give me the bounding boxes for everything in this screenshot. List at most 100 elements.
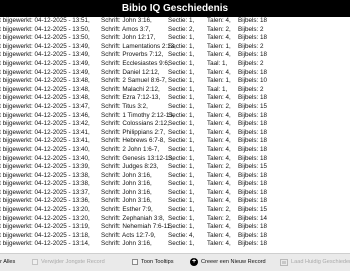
window-title: Bibio IQ Geschiedenis bbox=[0, 0, 350, 17]
record-talen: Taal: 1, bbox=[207, 59, 228, 67]
record-bijbels: Bijbels: 2 bbox=[238, 59, 264, 67]
history-row[interactable]: st bijgewerkt: 04-12-2025 - 13:47, Schrif… bbox=[0, 103, 350, 112]
record-scripture: Schrift: Zephaniah 3:8, bbox=[101, 214, 165, 222]
record-bijbels: Bijbels: 18 bbox=[238, 188, 268, 196]
record-section: Sectie: 1, bbox=[168, 171, 195, 179]
record-date: st bijgewerkt: 04-12-2025 - 13:40, bbox=[0, 154, 90, 162]
record-section: Sectie: 4, bbox=[168, 231, 195, 239]
record-scripture: Schrift: John 3:16, bbox=[101, 171, 152, 179]
record-date: st bijgewerkt: 04-12-2025 - 13:48, bbox=[0, 94, 90, 102]
history-row[interactable]: st bijgewerkt: 04-12-2025 - 13:50, Schrif… bbox=[0, 26, 350, 35]
history-row[interactable]: st bijgewerkt: 04-12-2025 - 13:51, Schrif… bbox=[0, 17, 350, 26]
record-scripture: Schrift: Hebrews 6:7-8, bbox=[101, 137, 166, 145]
record-bijbels: Bijbels: 15 bbox=[238, 206, 268, 214]
record-section: Sectie: 1, bbox=[168, 77, 195, 85]
record-talen: Taal: 1, bbox=[207, 85, 228, 93]
record-section: Sectie: 1, bbox=[168, 85, 195, 93]
history-row[interactable]: st bijgewerkt: 04-12-2025 - 13:39, Schrif… bbox=[0, 163, 350, 172]
history-row[interactable]: st bijgewerkt: 04-12-2025 - 13:50, Schrif… bbox=[0, 34, 350, 43]
history-list[interactable]: st bijgewerkt: 04-12-2025 - 13:51, Schrif… bbox=[0, 17, 350, 253]
show-tooltips-label: Toon Tooltips bbox=[141, 259, 174, 265]
record-scripture: Schrift: Philippians 2:7, bbox=[101, 128, 166, 136]
bottom-toolbar: er Alles Verwijder Jongste Record Toon T… bbox=[0, 253, 350, 271]
select-all-button[interactable]: er Alles bbox=[0, 257, 15, 267]
record-section: Sectie: 1, bbox=[168, 17, 195, 24]
record-scripture: Schrift: Amos 3:7, bbox=[101, 25, 151, 33]
history-row[interactable]: st bijgewerkt: 04-12-2025 - 13:49, Schrif… bbox=[0, 51, 350, 60]
record-scripture: Schrift: John 3:16, bbox=[101, 188, 152, 196]
show-tooltips-checkbox[interactable]: Toon Tooltips bbox=[132, 257, 174, 267]
history-row[interactable]: st bijgewerkt: 04-12-2025 - 13:41, Schrif… bbox=[0, 129, 350, 138]
record-scripture: Schrift: Malachi 2:12, bbox=[101, 85, 160, 93]
record-bijbels: Bijbels: 18 bbox=[238, 128, 268, 136]
load-history-button[interactable]: Laad Huidig Geschiedenis bbox=[280, 257, 350, 267]
record-section: Sectie: 1, bbox=[168, 137, 195, 145]
record-talen: Talen: 2, bbox=[207, 206, 231, 214]
record-section: Sectie: 1, bbox=[168, 240, 195, 248]
history-row[interactable]: st bijgewerkt: 04-12-2025 - 13:46, Schrif… bbox=[0, 112, 350, 121]
record-section: Sectie: 1, bbox=[168, 59, 195, 67]
record-scripture: Schrift: Daniel 12:12, bbox=[101, 68, 160, 76]
record-date: st bijgewerkt: 04-12-2025 - 13:40, bbox=[0, 145, 90, 153]
history-row[interactable]: st bijgewerkt: 04-12-2025 - 13:38, Schrif… bbox=[0, 172, 350, 181]
record-date: st bijgewerkt: 04-12-2025 - 13:49, bbox=[0, 51, 90, 59]
record-date: st bijgewerkt: 04-12-2025 - 13:38, bbox=[0, 171, 90, 179]
history-row[interactable]: st bijgewerkt: 04-12-2025 - 13:18, Schrif… bbox=[0, 232, 350, 241]
history-row[interactable]: st bijgewerkt: 04-12-2025 - 13:49, Schrif… bbox=[0, 43, 350, 52]
record-date: st bijgewerkt: 04-12-2025 - 13:38, bbox=[0, 180, 90, 188]
record-bijbels: Bijbels: 14 bbox=[238, 214, 268, 222]
record-date: st bijgewerkt: 04-12-2025 - 13:49, bbox=[0, 42, 90, 50]
create-new-record-button[interactable]: + Creeer een Nieuw Record bbox=[190, 257, 266, 267]
record-date: st bijgewerkt: 04-12-2025 - 13:20, bbox=[0, 206, 90, 214]
history-row[interactable]: st bijgewerkt: 04-12-2025 - 13:40, Schrif… bbox=[0, 155, 350, 164]
record-bijbels: Bijbels: 15 bbox=[238, 163, 268, 171]
record-scripture: Schrift: Ecclesiastes 9:6, bbox=[101, 59, 170, 67]
history-row[interactable]: st bijgewerkt: 04-12-2025 - 13:20, Schrif… bbox=[0, 206, 350, 215]
record-scripture: Schrift: Nehemiah 7:6-11, bbox=[101, 223, 172, 231]
record-date: st bijgewerkt: 04-12-2025 - 13:51, bbox=[0, 17, 90, 24]
record-scripture: Schrift: Ezra 7:12-13, bbox=[101, 94, 161, 102]
record-date: st bijgewerkt: 04-12-2025 - 13:41, bbox=[0, 128, 90, 136]
record-section: Sectie: 1, bbox=[168, 223, 195, 231]
delete-recent-record-checkbox[interactable]: Verwijder Jongste Record bbox=[32, 257, 105, 267]
history-row[interactable]: st bijgewerkt: 04-12-2025 - 13:48, Schrif… bbox=[0, 86, 350, 95]
record-talen: Talen: 4, bbox=[207, 231, 231, 239]
record-scripture: Schrift: John 3:16, bbox=[101, 197, 152, 205]
record-talen: Talen: 4, bbox=[207, 17, 231, 24]
history-row[interactable]: st bijgewerkt: 04-12-2025 - 13:48, Schrif… bbox=[0, 94, 350, 103]
history-row[interactable]: st bijgewerkt: 04-12-2025 - 13:20, Schrif… bbox=[0, 215, 350, 224]
record-date: st bijgewerkt: 04-12-2025 - 13:49, bbox=[0, 59, 90, 67]
history-row[interactable]: st bijgewerkt: 04-12-2025 - 13:49, Schrif… bbox=[0, 60, 350, 69]
record-section: Sectie: 1, bbox=[168, 145, 195, 153]
record-bijbels: Bijbels: 18 bbox=[238, 120, 268, 128]
record-talen: Talen: 4, bbox=[207, 154, 231, 162]
record-talen: Talen: 4, bbox=[207, 240, 231, 248]
record-bijbels: Bijbels: 18 bbox=[238, 68, 268, 76]
history-icon bbox=[280, 258, 288, 266]
record-talen: Talen: 2, bbox=[207, 163, 231, 171]
history-row[interactable]: st bijgewerkt: 04-12-2025 - 13:48, Schrif… bbox=[0, 77, 350, 86]
history-row[interactable]: st bijgewerkt: 04-12-2025 - 13:49, Schrif… bbox=[0, 69, 350, 78]
record-date: st bijgewerkt: 04-12-2025 - 13:46, bbox=[0, 111, 90, 119]
record-talen: Talen: 4, bbox=[207, 137, 231, 145]
record-section: Sectie: 1, bbox=[168, 111, 195, 119]
history-row[interactable]: st bijgewerkt: 04-12-2025 - 13:14, Schrif… bbox=[0, 240, 350, 249]
history-row[interactable]: st bijgewerkt: 04-12-2025 - 13:42, Schrif… bbox=[0, 120, 350, 129]
history-row[interactable]: st bijgewerkt: 04-12-2025 - 13:36, Schrif… bbox=[0, 197, 350, 206]
record-scripture: Schrift: John 3:16, bbox=[101, 240, 152, 248]
history-row[interactable]: st bijgewerkt: 04-12-2025 - 13:40, Schrif… bbox=[0, 146, 350, 155]
record-scripture: Schrift: Proverbs 7:12, bbox=[101, 51, 164, 59]
history-row[interactable]: st bijgewerkt: 04-12-2025 - 13:37, Schrif… bbox=[0, 189, 350, 198]
record-section: Sectie: 1, bbox=[168, 102, 195, 110]
record-scripture: Schrift: John 12:17, bbox=[101, 34, 156, 42]
record-bijbels: Bijbels: 2 bbox=[238, 85, 264, 93]
history-row[interactable]: st bijgewerkt: 04-12-2025 - 13:19, Schrif… bbox=[0, 223, 350, 232]
history-row[interactable]: st bijgewerkt: 04-12-2025 - 13:41, Schrif… bbox=[0, 137, 350, 146]
record-talen: Talen: 4, bbox=[207, 68, 231, 76]
record-bijbels: Bijbels: 10 bbox=[238, 77, 268, 85]
record-scripture: Schrift: 1 Timothy 2:12-13, bbox=[101, 111, 175, 119]
record-scripture: Schrift: Judges 8:23, bbox=[101, 163, 159, 171]
record-talen: Talen: 1, bbox=[207, 42, 231, 50]
record-talen: Talen: 2, bbox=[207, 214, 231, 222]
history-row[interactable]: st bijgewerkt: 04-12-2025 - 13:38, Schrif… bbox=[0, 180, 350, 189]
